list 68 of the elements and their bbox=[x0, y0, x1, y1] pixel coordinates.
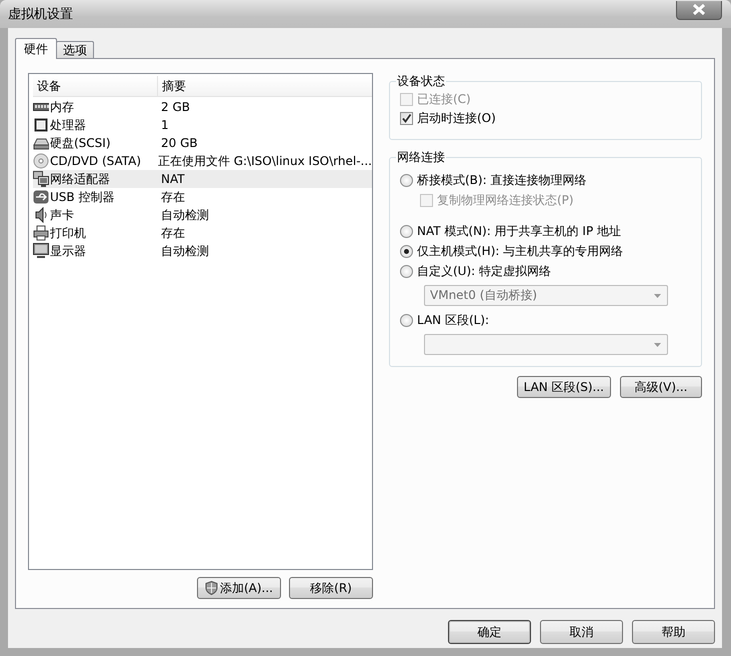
device-summary: 自动检测 bbox=[160, 242, 209, 260]
device-summary: 存在 bbox=[160, 188, 185, 206]
device-row[interactable]: 网络适配器 NAT bbox=[33, 170, 372, 188]
radio-button[interactable] bbox=[400, 174, 413, 186]
checkbox-label: 复制物理网络连接状态(P) bbox=[437, 192, 574, 208]
device-row[interactable]: USB 控制器 存在 bbox=[33, 188, 372, 206]
checkbox-label: 已连接(C) bbox=[417, 91, 471, 108]
disc-icon bbox=[33, 153, 49, 169]
device-button[interactable]: 添加(A)... bbox=[197, 577, 281, 599]
checkbox[interactable] bbox=[400, 112, 413, 125]
device-name: CD/DVD (SATA) bbox=[50, 154, 142, 168]
device-summary: 正在使用文件 G:\ISO\linux ISO\rhel-... bbox=[156, 152, 372, 170]
device-row[interactable]: 硬盘(SCSI) 20 GB bbox=[33, 134, 372, 152]
device-row[interactable]: 处理器 1 bbox=[33, 116, 372, 134]
networked-computers-icon bbox=[33, 171, 49, 187]
tab[interactable]: 硬件 bbox=[15, 38, 57, 59]
device-row[interactable]: 打印机 存在 bbox=[33, 224, 372, 242]
caret-icon bbox=[654, 294, 661, 298]
device-button[interactable]: 移除(R) bbox=[289, 577, 373, 599]
radio-button[interactable] bbox=[400, 264, 413, 278]
device-name: 声卡 bbox=[50, 206, 74, 224]
radio-button[interactable] bbox=[400, 224, 413, 238]
dialog-button[interactable]: 确定 bbox=[448, 620, 531, 644]
chip-icon bbox=[33, 117, 49, 133]
usb-icon bbox=[33, 189, 49, 205]
device-row[interactable]: CD/DVD (SATA) 正在使用文件 G:\ISO\linux ISO\rhel-... bbox=[33, 152, 372, 170]
device-summary: 1 bbox=[160, 118, 169, 132]
device-summary: NAT bbox=[160, 172, 185, 186]
device-summary: 存在 bbox=[160, 224, 185, 242]
caret-icon bbox=[654, 342, 661, 346]
device-summary: 自动检测 bbox=[160, 206, 209, 224]
radio-label: NAT 模式(N): 用于共享主机的 IP 地址 bbox=[417, 222, 621, 240]
shield-icon bbox=[204, 581, 218, 595]
device-row[interactable]: 内存 2 GB bbox=[33, 98, 372, 116]
window-title: 虚拟机设置 bbox=[8, 6, 73, 23]
device-name: 网络适配器 bbox=[50, 170, 110, 188]
group-title: 网络连接 bbox=[396, 149, 446, 166]
close-button[interactable] bbox=[676, 0, 722, 20]
speaker-icon bbox=[33, 207, 49, 223]
dialog-button[interactable]: 帮助 bbox=[632, 620, 715, 644]
monitor-icon bbox=[33, 243, 49, 259]
device-name: 打印机 bbox=[50, 224, 86, 242]
column-header[interactable]: 设备 bbox=[33, 76, 157, 96]
device-summary: 2 GB bbox=[160, 100, 190, 114]
checkmark-icon bbox=[401, 113, 412, 124]
checkbox-label: 启动时连接(O) bbox=[417, 110, 496, 127]
network-button[interactable]: LAN 区段(S)... bbox=[516, 376, 611, 398]
device-name: 内存 bbox=[50, 98, 74, 116]
radio-label: 自定义(U): 特定虚拟网络 bbox=[417, 262, 552, 280]
device-summary: 20 GB bbox=[160, 136, 198, 150]
device-name: 处理器 bbox=[50, 116, 86, 134]
dialog-button[interactable]: 取消 bbox=[540, 620, 623, 644]
device-row[interactable]: 声卡 自动检测 bbox=[33, 206, 372, 224]
device-name: USB 控制器 bbox=[50, 188, 114, 206]
close-icon bbox=[692, 4, 706, 15]
radio-label: 仅主机模式(H): 与主机共享的专用网络 bbox=[417, 242, 624, 260]
device-name: 硬盘(SCSI) bbox=[50, 134, 111, 152]
group-title: 设备状态 bbox=[396, 73, 446, 90]
radio-label: 桥接模式(B): 直接连接物理网络 bbox=[417, 172, 586, 188]
device-row[interactable]: 显示器 自动检测 bbox=[33, 242, 372, 260]
radio-button[interactable] bbox=[400, 314, 413, 326]
radio-label: LAN 区段(L): bbox=[417, 312, 490, 328]
device-name: 显示器 bbox=[50, 242, 86, 260]
tab[interactable]: 选项 bbox=[56, 41, 94, 58]
network-button[interactable]: 高级(V)... bbox=[620, 376, 702, 398]
printer-icon bbox=[33, 225, 49, 241]
column-header[interactable]: 摘要 bbox=[157, 76, 372, 96]
radio-button[interactable] bbox=[400, 244, 413, 258]
